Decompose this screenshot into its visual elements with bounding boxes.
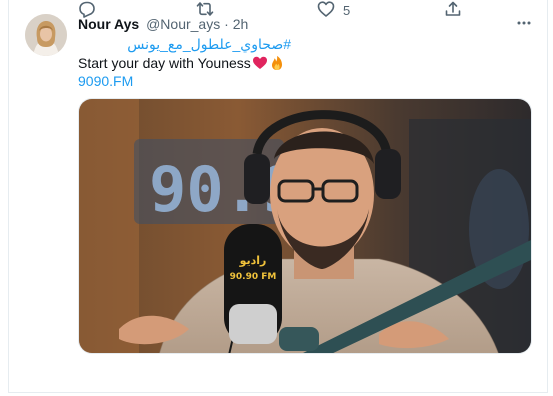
retweet-icon <box>196 0 214 21</box>
tweet-hashtag[interactable]: #صحاوي_علطول_مع_يونس <box>127 35 291 53</box>
reply-button[interactable] <box>78 0 104 20</box>
mic-logo-arabic: راديو <box>239 254 267 267</box>
share-button[interactable] <box>444 0 470 20</box>
like-button[interactable]: 5 <box>317 0 350 20</box>
heart-icon <box>317 0 335 21</box>
red-heart-emoji <box>252 55 268 75</box>
fire-emoji <box>269 55 285 75</box>
share-icon <box>444 0 462 21</box>
more-horizontal-icon[interactable] <box>515 14 533 32</box>
mic-logo-text: 90.90 FM <box>230 272 277 282</box>
tweet-time[interactable]: 2h <box>233 16 249 32</box>
separator-dot: · <box>224 16 229 32</box>
tweet-text-body: Start your day with Youness <box>78 55 251 71</box>
reply-icon <box>78 0 96 21</box>
tweet-media-photo[interactable]: 90.90 راديو 90.90 FM <box>78 98 532 354</box>
avatar[interactable] <box>25 14 67 56</box>
tweet-link[interactable]: 9090.FM <box>78 72 133 90</box>
retweet-button[interactable] <box>196 0 222 20</box>
like-count: 5 <box>343 2 351 18</box>
